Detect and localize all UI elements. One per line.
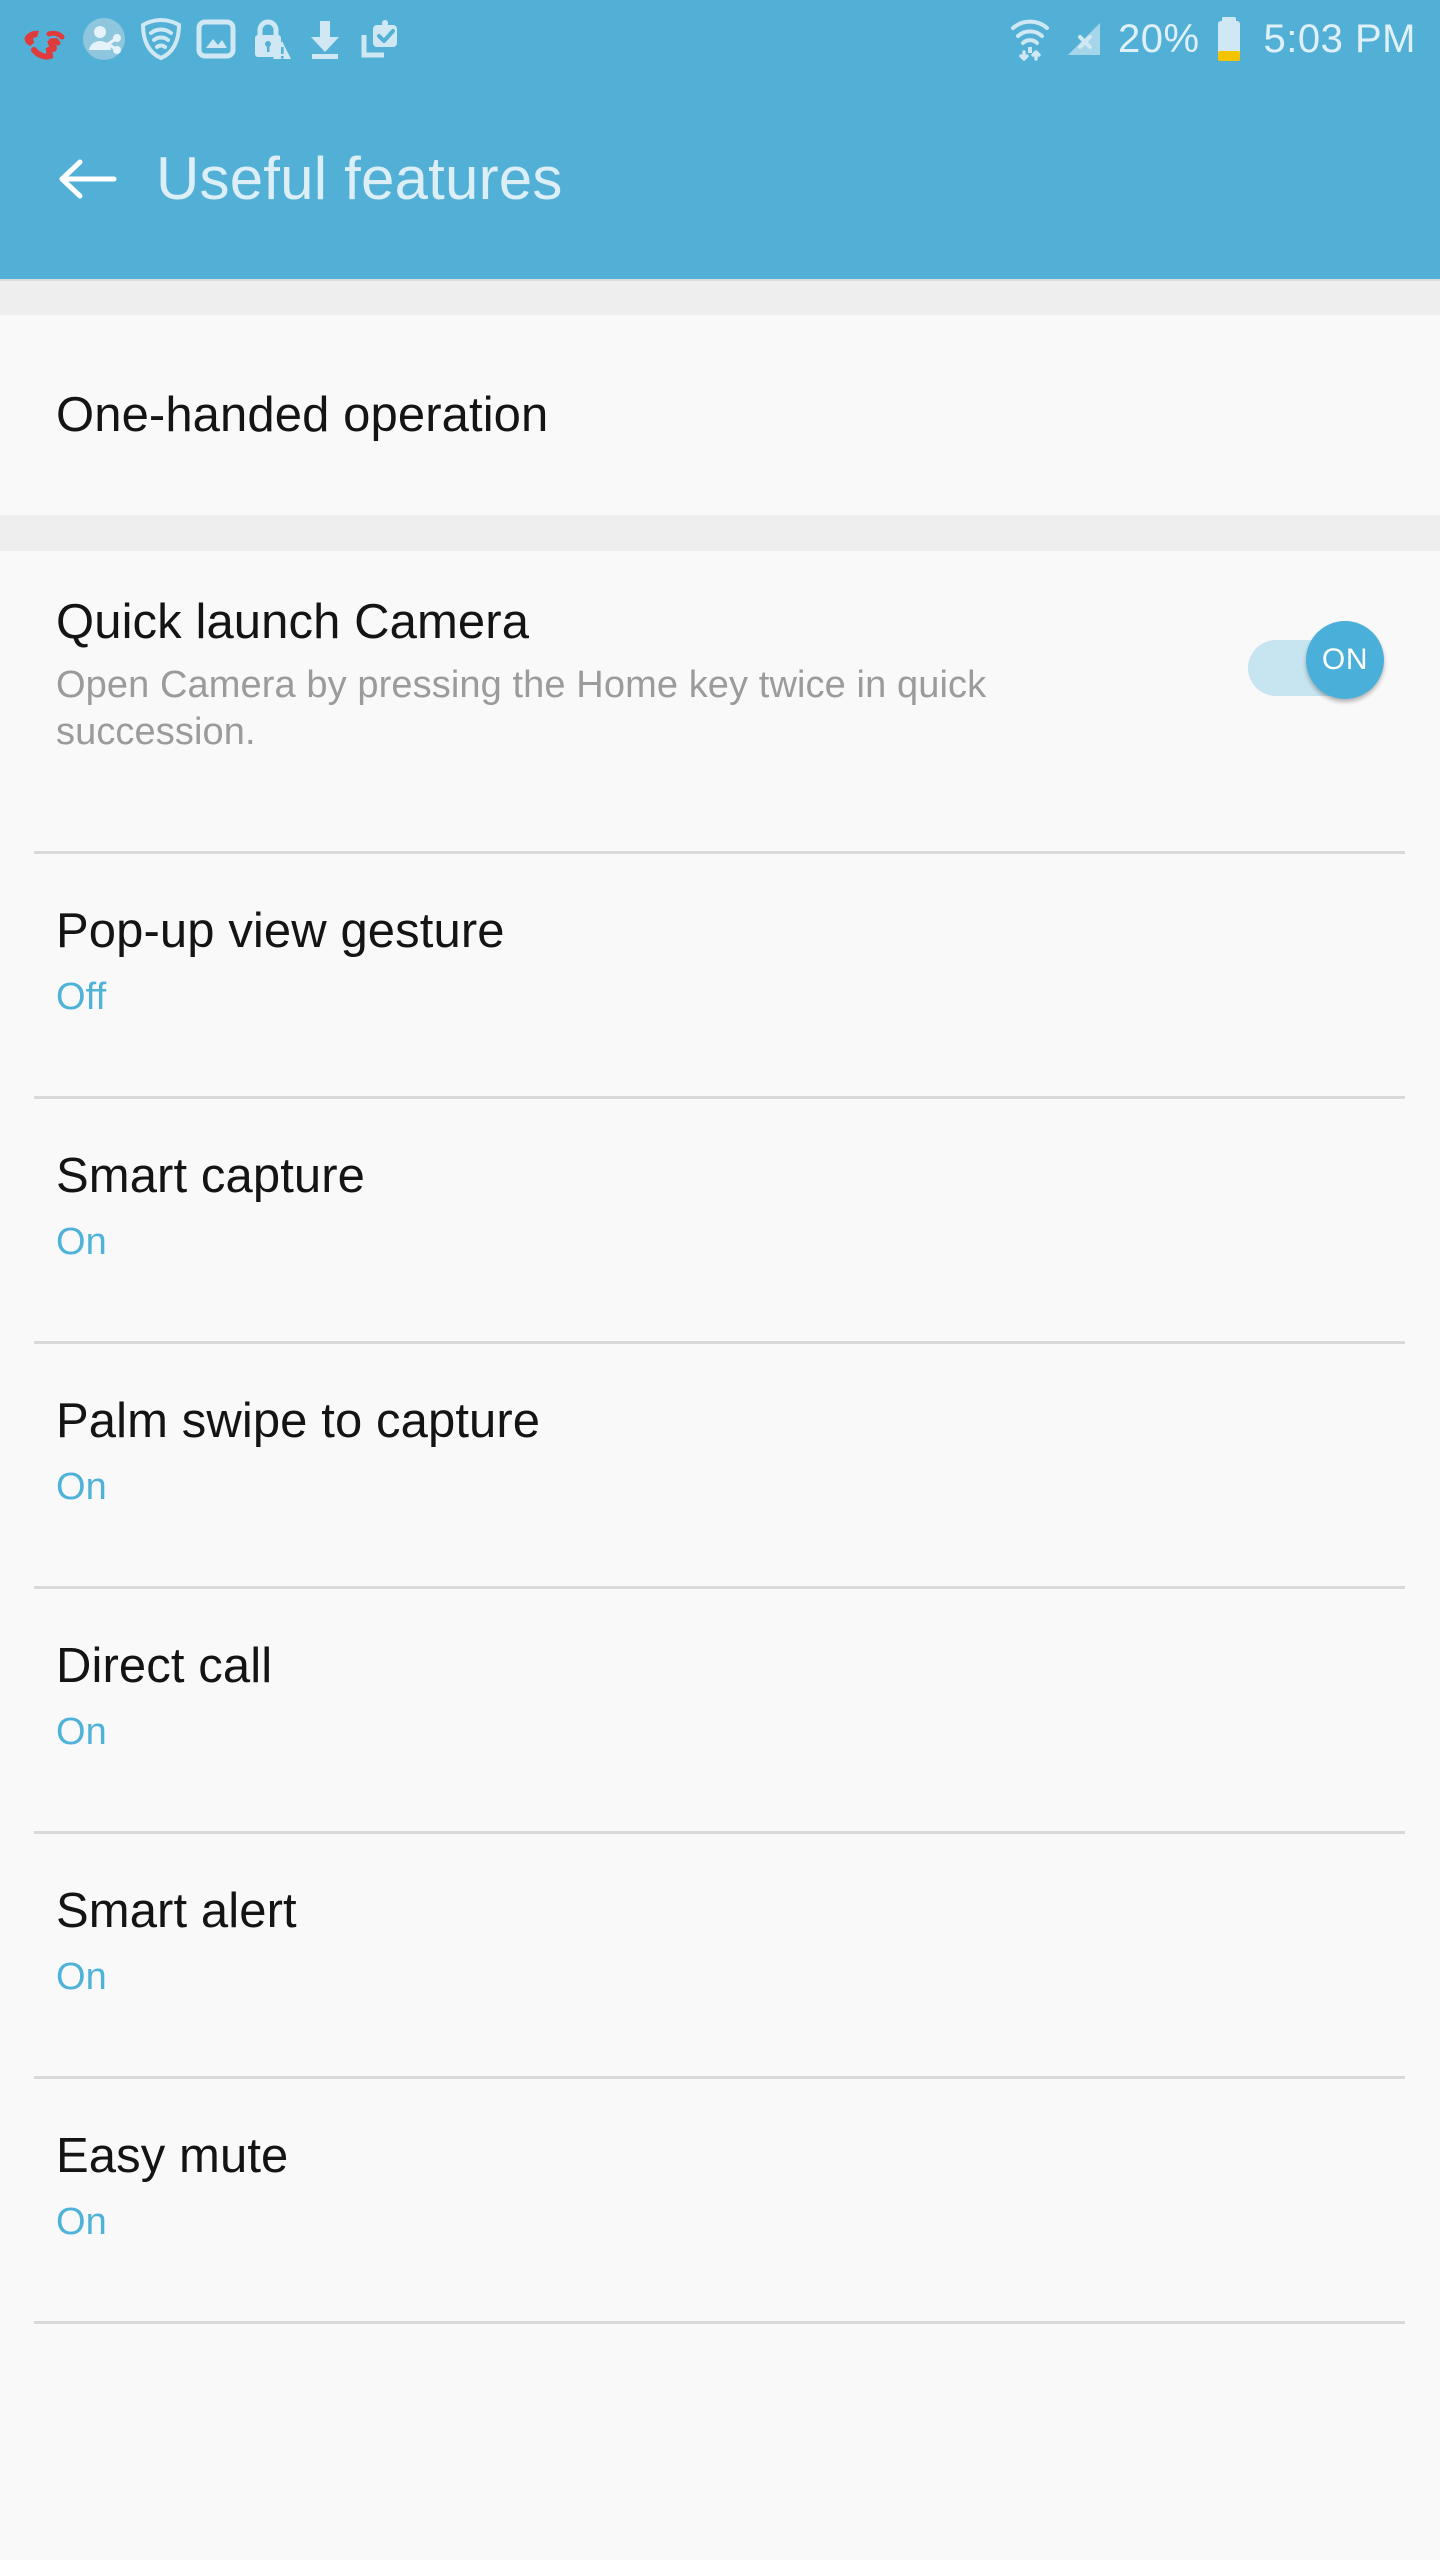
settings-row-smart-capture[interactable]: Smart capture On: [0, 1099, 1440, 1341]
row-title: One-handed operation: [56, 387, 549, 442]
row-title: Smart alert: [56, 1884, 297, 1938]
section-gap: [0, 515, 1440, 551]
status-bar-left-icons: [22, 17, 400, 61]
row-status: On: [56, 2200, 107, 2243]
status-bar-right: 20% 5:03 PM: [1008, 15, 1416, 63]
screenshot-image-icon: [196, 19, 236, 59]
row-status: On: [56, 1955, 107, 1998]
quick-launch-camera-toggle[interactable]: ON: [1204, 621, 1384, 699]
back-arrow-icon: [59, 159, 117, 198]
wifi-shield-icon: [140, 17, 182, 61]
toggle-state-label: ON: [1321, 643, 1369, 676]
status-bar: 20% 5:03 PM: [0, 0, 1440, 78]
battery-percent: 20%: [1117, 17, 1200, 61]
row-divider-last: [34, 2321, 1405, 2324]
signal-no-service-icon: [1067, 23, 1100, 55]
row-title: Pop-up view gesture: [56, 904, 505, 958]
app-install-check-icon: [361, 20, 397, 58]
row-title: Easy mute: [56, 2129, 289, 2183]
row-title: Smart capture: [56, 1149, 366, 1203]
section-gap-top: [0, 279, 1440, 315]
app-bar: Useful features: [0, 78, 1440, 279]
page-title: Useful features: [156, 145, 563, 212]
back-button[interactable]: [56, 148, 118, 210]
download-icon: [311, 21, 339, 59]
wifi-data-transfer-icon: [1010, 19, 1049, 61]
section-one-handed: One-handed operation: [0, 315, 1440, 515]
row-title: Direct call: [56, 1639, 273, 1693]
settings-row-one-handed-operation[interactable]: One-handed operation: [0, 315, 1440, 515]
clock: 5:03 PM: [1263, 17, 1416, 61]
row-title: Palm swipe to capture: [56, 1394, 541, 1448]
contact-share-icon: [83, 18, 125, 60]
settings-row-palm-swipe-to-capture[interactable]: Palm swipe to capture On: [0, 1344, 1440, 1586]
settings-row-direct-call[interactable]: Direct call On: [0, 1589, 1440, 1831]
settings-row-popup-view-gesture[interactable]: Pop-up view gesture Off: [0, 854, 1440, 1096]
row-description: Open Camera by pressing the Home key twi…: [56, 663, 987, 754]
settings-row-easy-mute[interactable]: Easy mute On: [0, 2079, 1440, 2321]
lock-warning-icon: [255, 19, 291, 59]
row-status: On: [56, 1465, 107, 1508]
settings-row-quick-launch-camera[interactable]: Quick launch Camera Open Camera by press…: [0, 551, 1440, 851]
battery-low-icon: [1217, 17, 1240, 61]
row-status: On: [56, 1710, 107, 1753]
row-status: On: [56, 1220, 107, 1263]
toggle-knob: ON: [1306, 621, 1384, 699]
row-title: Quick launch Camera: [56, 595, 530, 649]
missed-call-wifi-icon: [24, 30, 65, 60]
section-features: Quick launch Camera Open Camera by press…: [0, 551, 1440, 2324]
row-status: Off: [56, 975, 107, 1018]
settings-row-smart-alert[interactable]: Smart alert On: [0, 1834, 1440, 2076]
